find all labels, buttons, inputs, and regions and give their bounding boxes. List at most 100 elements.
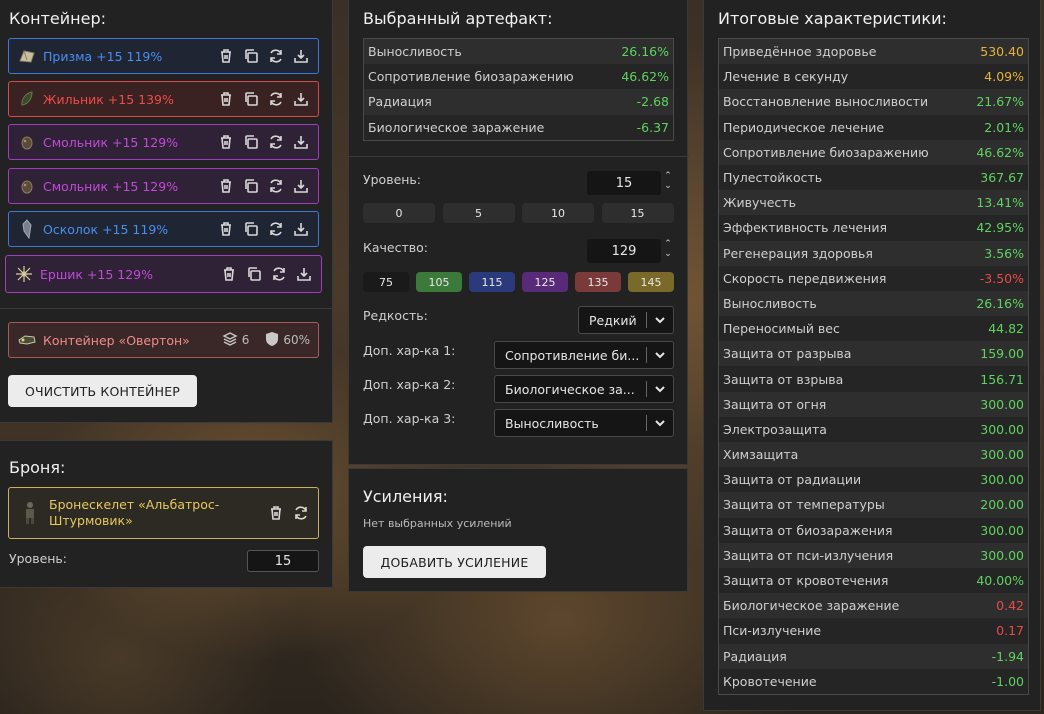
swap-icon[interactable] <box>267 47 285 65</box>
copy-icon[interactable] <box>242 47 260 65</box>
chevron-up-icon[interactable]: ⌃ <box>663 171 673 181</box>
stat-row: Сопротивление биозаражению 46.62% <box>364 64 673 90</box>
copy-icon[interactable] <box>242 90 260 108</box>
container-artifact-item[interactable]: Жильник +15 139% <box>8 81 319 117</box>
container-artifact-item[interactable]: Осколок +15 119% <box>8 211 319 247</box>
swap-icon[interactable] <box>267 90 285 108</box>
stat-value: 42.95% <box>976 220 1024 236</box>
quality-preset-button[interactable]: 105 <box>416 272 462 292</box>
extra3-select[interactable]: Выносливость <box>494 409 674 437</box>
level-preset-button[interactable]: 10 <box>522 203 594 223</box>
download-icon[interactable] <box>292 47 310 65</box>
download-icon[interactable] <box>292 177 310 195</box>
add-boost-button[interactable]: ДОБАВИТЬ УСИЛЕНИЕ <box>363 546 546 578</box>
quality-preset-button[interactable]: 125 <box>522 272 568 292</box>
armor-name-line1: Бронескелет «Альбатрос- <box>49 497 220 512</box>
stat-name: Выносливость <box>368 44 462 60</box>
chevron-up-icon[interactable]: ⌃ <box>663 239 673 249</box>
container-box[interactable]: Контейнер «Овертон» 6 60% <box>8 322 319 358</box>
stat-value: 3.56% <box>984 245 1024 261</box>
level-stepper[interactable]: ⌃ ⌄ <box>663 171 673 191</box>
chevron-down-icon[interactable] <box>647 349 673 361</box>
stat-value: 44.82 <box>988 321 1024 337</box>
boosts-panel: Усиления: Нет выбранных усилений ДОБАВИТ… <box>348 468 688 592</box>
level-preset-button[interactable]: 15 <box>601 203 674 223</box>
stat-value: 200.00 <box>980 497 1024 513</box>
swap-icon[interactable] <box>292 504 310 522</box>
quality-stepper[interactable]: ⌃ ⌄ <box>663 239 673 259</box>
stat-value: 0.17 <box>996 623 1024 639</box>
armor-level-value: 15 <box>274 553 292 569</box>
ershik-artifact-icon <box>14 264 34 284</box>
stat-value: 300.00 <box>980 396 1024 412</box>
swap-icon[interactable] <box>267 133 285 151</box>
stat-row: Периодическое лечение 2.01% <box>719 114 1028 140</box>
swap-icon[interactable] <box>270 265 288 283</box>
quality-preset-button[interactable]: 75 <box>363 272 409 292</box>
container-artifact-item[interactable]: Ершик +15 129% <box>5 255 322 293</box>
download-icon[interactable] <box>292 220 310 238</box>
shield-icon <box>265 331 279 350</box>
stat-value: 300.00 <box>980 522 1024 538</box>
stat-value: -1.00 <box>991 673 1024 689</box>
quality-preset-button[interactable]: 135 <box>575 272 621 292</box>
quality-preset-button[interactable]: 115 <box>469 272 515 292</box>
stat-row: Кровотечение -1.00 <box>719 668 1028 694</box>
armor-level-input[interactable]: 15 <box>247 550 319 572</box>
stat-value: -1.94 <box>991 648 1024 664</box>
trash-icon[interactable] <box>217 90 235 108</box>
stat-name: Химзащита <box>723 447 799 463</box>
level-preset-button[interactable]: 5 <box>442 203 515 223</box>
trash-icon[interactable] <box>220 265 238 283</box>
artifact-panel: Выбранный артефакт: Выносливость 26.16% Со… <box>348 0 689 465</box>
stat-row: Защита от пси-излучения 300.00 <box>719 542 1028 568</box>
container-title: Контейнер: <box>9 9 107 28</box>
stat-value: 300.00 <box>980 472 1024 488</box>
container-artifact-item[interactable]: Смольник +15 129% <box>8 168 319 204</box>
stat-row: Биологическое заражение 0.42 <box>719 593 1028 619</box>
trash-icon[interactable] <box>267 504 285 522</box>
trash-icon[interactable] <box>217 47 235 65</box>
level-input[interactable]: 15 <box>587 171 661 195</box>
stat-row: Защита от температуры 200.00 <box>719 492 1028 518</box>
trash-icon[interactable] <box>217 133 235 151</box>
rarity-value: Редкий <box>589 312 637 328</box>
copy-icon[interactable] <box>242 177 260 195</box>
copy-icon[interactable] <box>242 220 260 238</box>
download-icon[interactable] <box>292 90 310 108</box>
copy-icon[interactable] <box>245 265 263 283</box>
stat-value: 40.00% <box>976 573 1024 589</box>
swap-icon[interactable] <box>267 220 285 238</box>
chevron-down-icon[interactable] <box>647 314 673 326</box>
divider <box>349 156 689 157</box>
container-artifact-item[interactable]: Смольник +15 129% <box>8 124 319 160</box>
chevron-down-icon[interactable]: ⌄ <box>663 181 673 191</box>
extra1-select[interactable]: Сопротивление би... <box>494 341 674 369</box>
copy-icon[interactable] <box>242 133 260 151</box>
stat-value: 367.67 <box>980 170 1024 186</box>
download-icon[interactable] <box>295 265 313 283</box>
swap-icon[interactable] <box>267 177 285 195</box>
chevron-down-icon[interactable] <box>647 417 673 429</box>
container-artifact-item[interactable]: Призма +15 119% <box>8 38 319 74</box>
chevron-down-icon[interactable] <box>647 383 673 395</box>
level-preset-button[interactable]: 0 <box>363 203 435 223</box>
stat-row: Восстановление выносливости 21.67% <box>719 89 1028 115</box>
trash-icon[interactable] <box>217 177 235 195</box>
stat-row: Биологическое заражение -6.37 <box>364 114 673 140</box>
extra2-select[interactable]: Биологическое за... <box>494 375 674 403</box>
stat-row: Пулестойкость 367.67 <box>719 164 1028 191</box>
clear-container-button[interactable]: ОЧИСТИТЬ КОНТЕЙНЕР <box>8 375 197 407</box>
rarity-select[interactable]: Редкий <box>578 306 674 334</box>
totals-title: Итоговые характеристики: <box>718 9 947 28</box>
boosts-empty-text: Нет выбранных усилений <box>363 517 512 530</box>
quality-preset-button[interactable]: 145 <box>628 272 674 292</box>
stat-value: 300.00 <box>980 421 1024 437</box>
armor-item[interactable]: Бронескелет «Альбатрос- Штурмовик» <box>8 487 319 539</box>
chevron-down-icon[interactable]: ⌄ <box>663 249 673 259</box>
trash-icon[interactable] <box>217 220 235 238</box>
stat-name: Лечение в секунду <box>723 69 849 85</box>
armor-name-line2: Штурмовик» <box>49 513 133 528</box>
quality-input[interactable]: 129 <box>587 239 661 263</box>
download-icon[interactable] <box>292 133 310 151</box>
